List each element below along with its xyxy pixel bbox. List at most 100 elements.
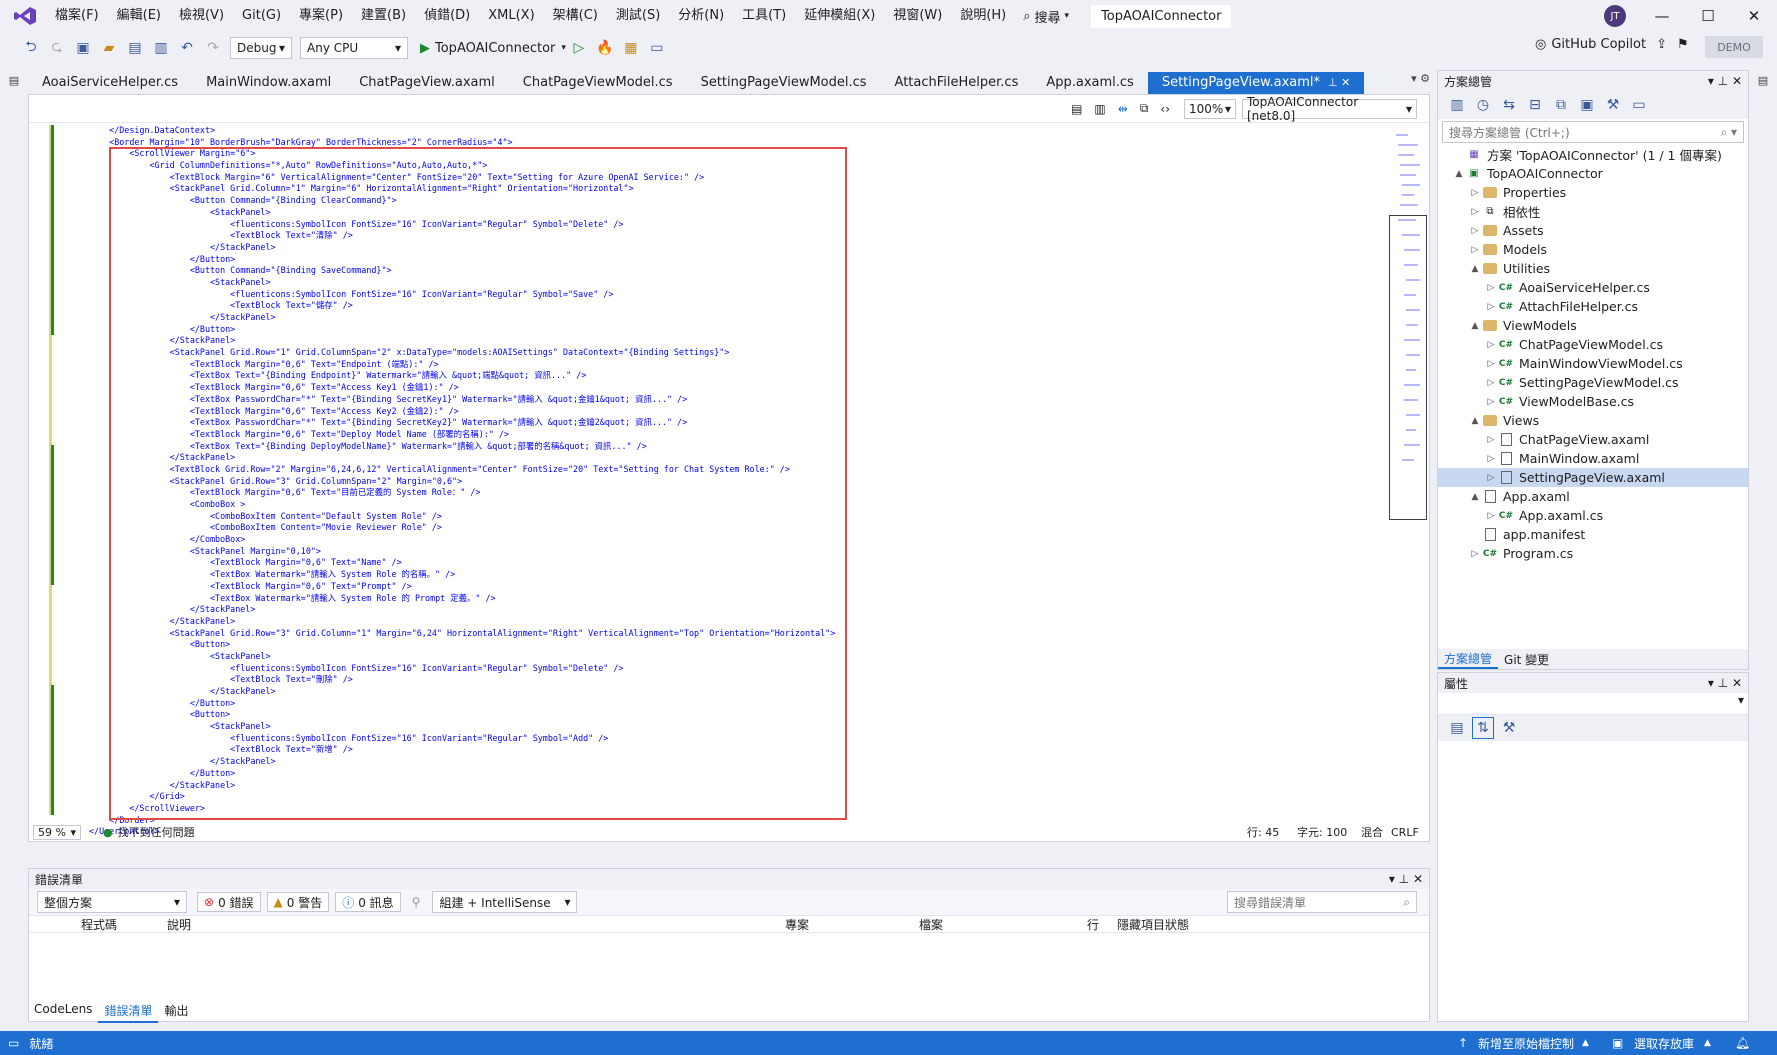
expand-arrow-icon[interactable]: ▷ [1484,435,1498,445]
expand-arrow-icon[interactable]: ▷ [1484,340,1498,350]
preview-icon[interactable]: ▭ [1628,94,1650,116]
tab-error-list[interactable]: 錯誤清單 [98,1000,159,1023]
expand-arrow-icon[interactable]: ▷ [1484,283,1498,293]
expand-arrow-icon[interactable]: ▷ [1484,302,1498,312]
search-box[interactable]: ⌕ 搜尋 ▾ [1023,7,1069,26]
tab-solution-explorer[interactable]: 方案總管 [1438,650,1499,669]
avatar[interactable]: JT [1604,5,1626,27]
code-line[interactable]: </Design.DataContext> [89,125,835,137]
filter-icon[interactable]: ▣ [1576,94,1598,116]
tree-item[interactable]: ▷ Properties [1438,183,1748,202]
document-tab[interactable]: SettingPageView.axaml* ⊥ ✕ [1147,72,1365,94]
tree-item[interactable]: ▦ 方案 'TopAOAIConnector' (1 / 1 個專案) [1438,145,1748,164]
menu-item[interactable]: 架構(C) [544,1,607,31]
expand-arrow-icon[interactable]: ▷ [1484,454,1498,464]
col-project[interactable]: 專案 [785,916,809,933]
tree-item[interactable]: ▷ MainWindow.axaml [1438,449,1748,468]
tree-item[interactable]: ▷ C# AttachFileHelper.cs [1438,297,1748,316]
tab-git-changes[interactable]: Git 變更 [1498,651,1555,668]
document-tab[interactable]: AoaiServiceHelper.cs [28,72,192,94]
preview-zoom-select[interactable]: 100% ▾ [1184,98,1236,119]
code-editor[interactable]: ▤ ▥ ⇹ ⧉ ‹› 100% ▾ TopAOAIConnector [net8.… [28,94,1430,842]
document-tab[interactable]: ChatPageViewModel.cs [509,72,687,94]
menu-item[interactable]: 視窗(W) [884,1,951,31]
menu-item[interactable]: 專案(P) [290,1,352,31]
add-source-control-button[interactable]: 新增至原始檔控制 [1478,1035,1574,1052]
error-search-input[interactable]: 搜尋錯誤清單 ⌕ [1227,891,1417,913]
expand-arrow-icon[interactable]: ▲ [1468,321,1482,331]
tree-item[interactable]: app.manifest [1438,525,1748,544]
line-indicator[interactable]: 行: 45 [1247,824,1279,840]
tab-output[interactable]: 輸出 [158,1000,194,1023]
share-icon[interactable]: ⇪ [1656,37,1667,52]
tree-item[interactable]: ▲ ViewModels [1438,316,1748,335]
expand-arrow-icon[interactable]: ▷ [1484,378,1498,388]
build-source-select[interactable]: 組建 + IntelliSense ▾ [432,891,578,913]
menu-item[interactable]: 分析(N) [669,1,733,31]
tree-item[interactable]: ▷ C# AoaiServiceHelper.cs [1438,278,1748,297]
tree-item[interactable]: ▷ Assets [1438,221,1748,240]
warnings-filter-button[interactable]: ▲ 0 警告 [266,892,330,912]
split-horizontal-icon[interactable]: ▤ [1071,102,1082,116]
expand-arrow-icon[interactable]: ▷ [1468,226,1482,236]
menu-item[interactable]: 檔案(F) [46,1,108,31]
errors-filter-button[interactable]: ⊗ 0 錯誤 [197,892,261,912]
tree-item[interactable]: ▲ App.axaml [1438,487,1748,506]
error-scope-select[interactable]: 整個方案 ▾ [37,891,187,913]
col-line[interactable]: 行 [1087,916,1099,933]
open-folder-icon[interactable]: ▰ [98,37,120,59]
tab-overflow-icon[interactable]: ▾ ⚙ [1411,72,1430,85]
maximize-icon[interactable]: ☐ [1685,7,1731,25]
expand-arrow-icon[interactable]: ▲ [1468,416,1482,426]
save-icon[interactable]: ▤ [124,37,146,59]
account-badge[interactable]: DEMO [1705,36,1763,58]
new-project-icon[interactable]: ▣ [72,37,94,59]
code-view-icon[interactable]: ‹› [1160,102,1170,116]
collapse-pane-icon[interactable]: ⧉ [1140,101,1149,116]
platform-select[interactable]: Any CPU ▾ [300,37,408,59]
solution-search-input[interactable]: 搜尋方案總管 (Ctrl+;) ⌕ ▾ [1442,121,1744,143]
tree-item[interactable]: ▷ C# MainWindowViewModel.cs [1438,354,1748,373]
close-icon[interactable]: ✕ [1732,676,1742,690]
document-tab[interactable]: SettingPageViewModel.cs [687,72,881,94]
column-indicator[interactable]: 字元: 100 [1297,824,1347,840]
minimap-viewport[interactable] [1389,215,1427,520]
layout-icon[interactable]: ▭ [646,37,668,59]
start-debug-button[interactable]: ▶ TopAOAIConnector ▾ [420,41,566,56]
undo-icon[interactable]: ↶ [176,37,198,59]
sync-icon[interactable]: ⇆ [1498,94,1520,116]
history-icon[interactable]: ◷ [1472,94,1494,116]
forward-icon[interactable]: ⮎ [46,37,68,59]
document-tab[interactable]: MainWindow.axaml [192,72,345,94]
start-without-debug-icon[interactable]: ▷ [568,37,590,59]
tree-item[interactable]: ▲ ▣ TopAOAIConnector [1438,164,1748,183]
editor-zoom-select[interactable]: 59 % ▾ [33,824,81,840]
back-icon[interactable]: ⮌ [20,37,42,59]
close-icon[interactable]: ✕ [1731,7,1777,25]
tree-item[interactable]: ▲ Views [1438,411,1748,430]
tree-item[interactable]: ▷ SettingPageView.axaml [1438,468,1748,487]
col-description[interactable]: 說明 [167,916,191,933]
tree-item[interactable]: ▷ C# Program.cs [1438,544,1748,563]
menu-item[interactable]: 檢視(V) [170,1,233,31]
menu-item[interactable]: 建置(B) [352,1,415,31]
expand-arrow-icon[interactable]: ▲ [1468,264,1482,274]
collapse-all-icon[interactable]: ⊟ [1524,94,1546,116]
whitespace-mode[interactable]: 混合 [1361,824,1383,840]
tree-item[interactable]: ▷ ChatPageView.axaml [1438,430,1748,449]
github-copilot-button[interactable]: ◎ GitHub Copilot ⇪ ⚑ [1535,37,1689,52]
menu-item[interactable]: 工具(T) [733,1,795,31]
split-vertical-icon[interactable]: ▥ [1094,102,1105,116]
expand-arrow-icon[interactable]: ▷ [1484,473,1498,483]
menu-item[interactable]: 偵錯(D) [415,1,479,31]
col-suppression[interactable]: 隱藏項目狀態 [1117,916,1189,933]
expand-arrow-icon[interactable]: ▷ [1468,245,1482,255]
tab-codelens[interactable]: CodeLens [28,1000,98,1023]
close-icon[interactable]: ✕ [1413,872,1423,886]
filter-icon[interactable]: ⚲ [412,895,421,909]
tree-item[interactable]: ▷ C# App.axaml.cs [1438,506,1748,525]
toolbox-icon[interactable]: ▤ [8,74,21,87]
show-all-files-icon[interactable]: ⧉ [1550,94,1572,116]
document-tab[interactable]: AttachFileHelper.cs [881,72,1033,94]
close-icon[interactable]: ⊥ ✕ [1328,72,1350,94]
